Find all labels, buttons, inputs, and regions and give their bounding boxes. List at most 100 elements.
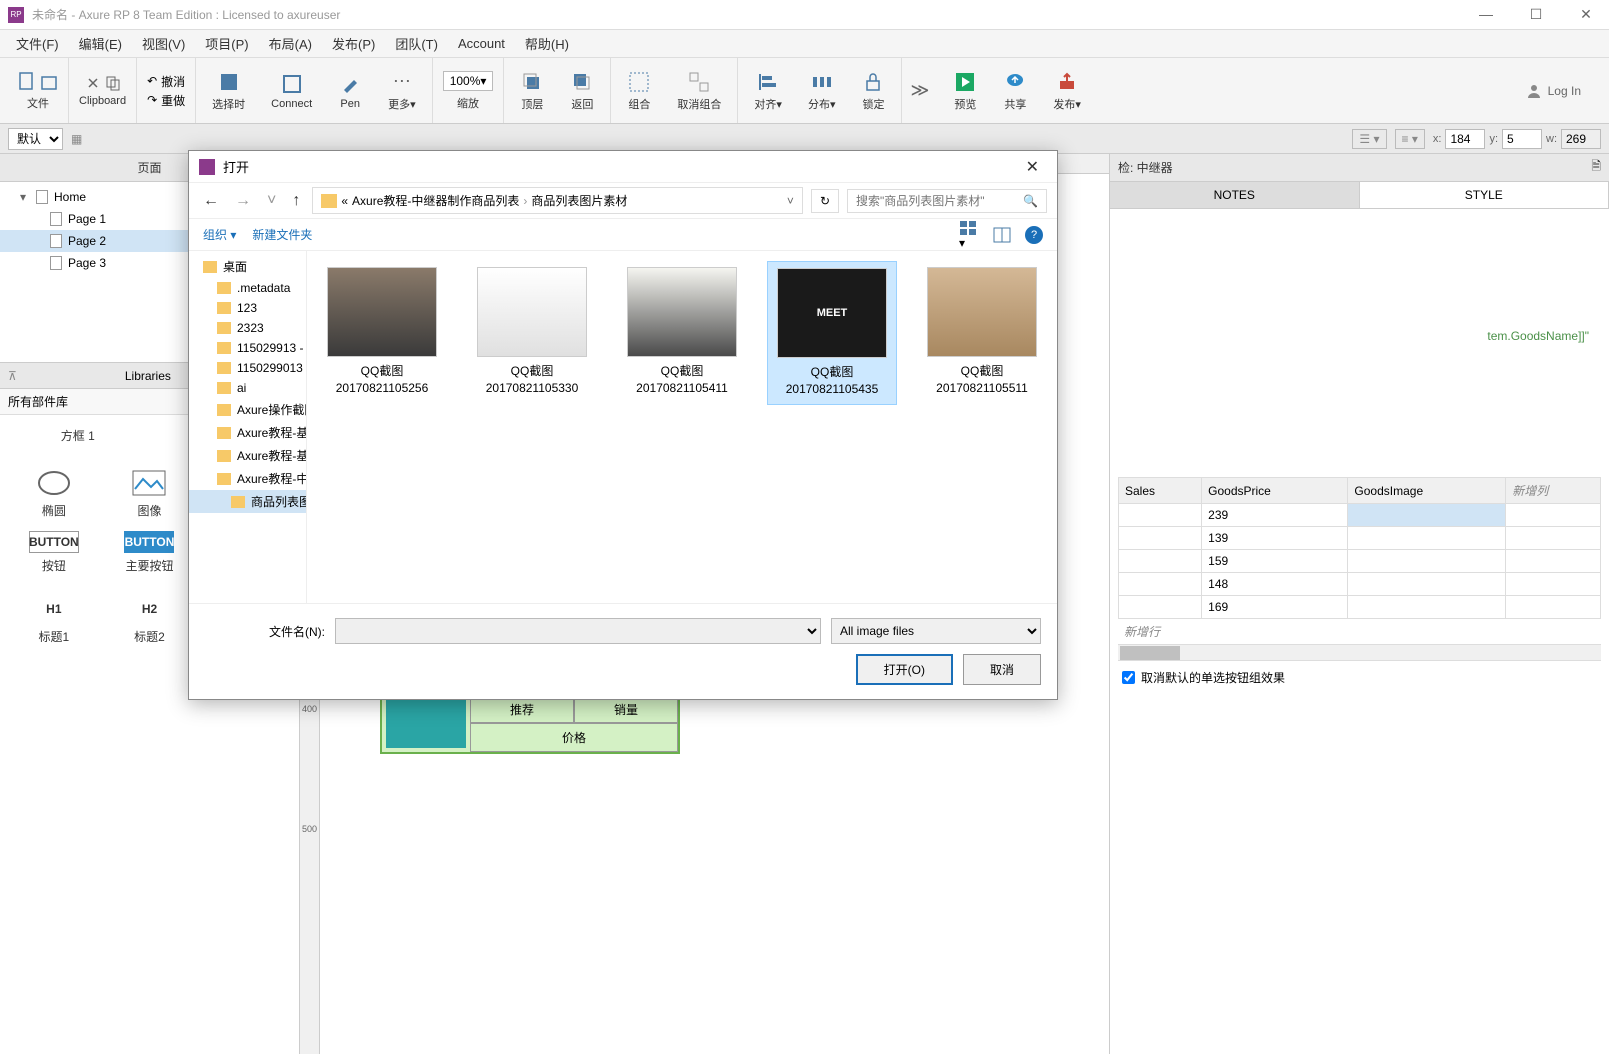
toolbar-overflow[interactable]: ≫ <box>902 80 937 101</box>
tree-folder[interactable]: 1150299013 - <box>189 358 306 378</box>
menu-account[interactable]: Account <box>450 32 513 55</box>
nav-back-icon[interactable]: ← <box>199 192 223 210</box>
repeater-widget[interactable]: 推荐 销量 价格 <box>380 694 680 754</box>
more-tool[interactable]: ⋯更多▾ <box>382 68 422 114</box>
disable-radio-checkbox[interactable] <box>1122 671 1135 684</box>
select-tool[interactable]: 选择时 <box>206 68 251 114</box>
view-mode-icon[interactable]: ▾ <box>959 220 979 250</box>
minimize-button[interactable]: — <box>1471 6 1501 23</box>
front-button[interactable]: 顶层 <box>514 68 550 114</box>
lib-box1[interactable]: 方框 1 <box>8 423 148 448</box>
breadcrumb[interactable]: « Axure教程-中继器制作商品列表 › 商品列表图片素材 ˅ <box>312 187 803 214</box>
lock-button[interactable]: 锁定 <box>855 68 891 114</box>
search-input[interactable] <box>856 194 1017 208</box>
help-icon[interactable]: ? <box>1025 226 1043 244</box>
prop-icon[interactable]: ▦ <box>71 132 82 146</box>
tree-folder[interactable]: .metadata <box>189 278 306 298</box>
preview-pane-icon[interactable] <box>993 227 1011 243</box>
connect-tool[interactable]: Connect <box>265 70 318 112</box>
folder-tree[interactable]: 桌面 .metadata 123 2323 115029913 - 115029… <box>189 251 307 603</box>
login-button[interactable]: Log In <box>1506 83 1601 99</box>
file-item[interactable]: QQ截图20170821105256 <box>317 261 447 403</box>
undo-button[interactable]: ↶ 撤消 <box>147 73 185 90</box>
new-folder-button[interactable]: 新建文件夹 <box>252 226 312 243</box>
maximize-button[interactable]: ☐ <box>1521 6 1551 23</box>
menu-file[interactable]: 文件(F) <box>8 30 67 57</box>
tree-folder[interactable]: 2323 <box>189 318 306 338</box>
menu-team[interactable]: 团队(T) <box>387 30 446 57</box>
align-button[interactable]: 对齐▾ <box>748 68 788 114</box>
file-item[interactable]: QQ截图20170821105511 <box>917 261 1047 403</box>
close-button[interactable]: ✕ <box>1571 6 1601 23</box>
tab-style[interactable]: STYLE <box>1360 182 1609 208</box>
open-file-icon[interactable] <box>40 71 58 91</box>
table-scrollbar[interactable] <box>1118 644 1601 660</box>
style-select[interactable]: 默认 <box>8 128 63 150</box>
search-box[interactable]: 🔍 <box>847 189 1047 213</box>
nav-forward-icon[interactable]: → <box>231 192 255 210</box>
lib-button[interactable]: BUTTON按钮 <box>8 527 100 586</box>
inspector-doc-icon[interactable]: 🗎 <box>1591 157 1601 178</box>
cancel-button[interactable]: 取消 <box>963 654 1041 685</box>
menu-publish[interactable]: 发布(P) <box>324 30 383 57</box>
tree-folder[interactable]: 115029913 - <box>189 338 306 358</box>
lib-image[interactable]: 图像 <box>104 464 196 523</box>
lib-button-primary[interactable]: BUTTON主要按钮 <box>104 527 196 586</box>
pin-icon[interactable]: ⊼ <box>8 369 17 383</box>
lib-h1[interactable]: H1标题1 <box>8 590 100 649</box>
file-list[interactable]: QQ截图20170821105256 QQ截图20170821105330 QQ… <box>307 251 1057 603</box>
tree-desktop[interactable]: 桌面 <box>189 255 306 278</box>
ungroup-button[interactable]: 取消组合 <box>671 68 727 114</box>
file-item[interactable]: QQ截图20170821105330 <box>467 261 597 403</box>
pen-tool[interactable]: Pen <box>332 70 368 112</box>
x-input[interactable] <box>1445 129 1485 149</box>
zoom-select[interactable]: 100% ▾ <box>443 71 494 91</box>
tree-folder[interactable]: Axure操作截图 <box>189 398 306 421</box>
back-button[interactable]: 返回 <box>564 68 600 114</box>
new-file-icon[interactable] <box>18 71 36 91</box>
col-goodsprice[interactable]: GoodsPrice <box>1202 478 1348 504</box>
preview-button[interactable]: 预览 <box>947 68 983 114</box>
file-item[interactable]: QQ截图20170821105411 <box>617 261 747 403</box>
search-icon[interactable]: 🔍 <box>1023 194 1038 208</box>
menu-project[interactable]: 项目(P) <box>197 30 256 57</box>
tree-folder[interactable]: Axure教程-中继 <box>189 467 306 490</box>
tree-folder-selected[interactable]: 商品列表图片 <box>189 490 306 513</box>
open-button[interactable]: 打开(O) <box>856 654 953 685</box>
add-row-button[interactable]: 新增行 <box>1118 619 1601 644</box>
dialog-close-button[interactable]: ✕ <box>1018 157 1047 177</box>
cut-icon[interactable] <box>85 75 101 91</box>
tree-folder[interactable]: Axure教程-基础 <box>189 444 306 467</box>
tab-notes[interactable]: NOTES <box>1110 182 1360 208</box>
menu-view[interactable]: 视图(V) <box>134 30 193 57</box>
nav-recent-icon[interactable]: ˅ <box>263 192 280 210</box>
col-add[interactable]: 新增列 <box>1506 478 1601 504</box>
group-button[interactable]: 组合 <box>621 68 657 114</box>
menu-arrange[interactable]: 布局(A) <box>261 30 320 57</box>
tree-folder[interactable]: ai <box>189 378 306 398</box>
col-goodsimage[interactable]: GoodsImage <box>1348 478 1506 504</box>
nav-up-icon[interactable]: ↑ <box>288 192 304 210</box>
lib-ellipse[interactable]: 椭圆 <box>8 464 100 523</box>
filetype-select[interactable]: All image files <box>831 618 1041 644</box>
tree-folder[interactable]: Axure教程-基础 <box>189 421 306 444</box>
refresh-button[interactable]: ↻ <box>811 189 839 213</box>
lib-h2[interactable]: H2标题2 <box>104 590 196 649</box>
col-sales[interactable]: Sales <box>1119 478 1202 504</box>
publish-button[interactable]: 发布▾ <box>1047 68 1087 114</box>
repeater-data-table[interactable]: Sales GoodsPrice GoodsImage 新增列 239 139 … <box>1118 477 1601 619</box>
tree-folder[interactable]: 123 <box>189 298 306 318</box>
copy-icon[interactable] <box>105 75 121 91</box>
distribute-button[interactable]: 分布▾ <box>802 68 842 114</box>
file-item-selected[interactable]: MEETQQ截图20170821105435 <box>767 261 897 405</box>
list-icon[interactable]: ☰ ▾ <box>1352 129 1386 149</box>
filename-input[interactable] <box>335 618 821 644</box>
y-input[interactable] <box>1502 129 1542 149</box>
organize-button[interactable]: 组织 ▾ <box>203 226 236 243</box>
menu-help[interactable]: 帮助(H) <box>517 30 577 57</box>
menu-edit[interactable]: 编辑(E) <box>71 30 130 57</box>
w-input[interactable] <box>1561 129 1601 149</box>
share-button[interactable]: 共享 <box>997 68 1033 114</box>
spacing-icon[interactable]: ≡ ▾ <box>1395 129 1425 149</box>
redo-button[interactable]: ↷ 重做 <box>147 92 185 109</box>
